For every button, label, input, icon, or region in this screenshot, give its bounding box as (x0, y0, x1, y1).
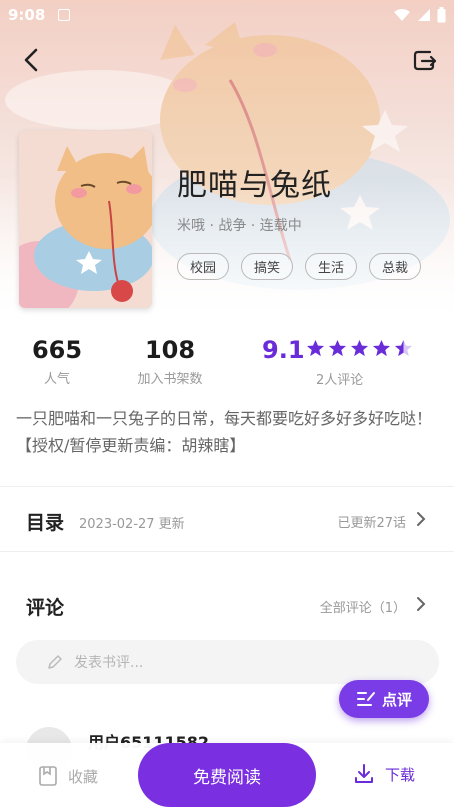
bottom-action-bar: 收藏 免费阅读 下载 (0, 743, 454, 807)
toc-chapter-count[interactable]: 已更新27话 (337, 512, 406, 531)
status-bar: 9:08 (0, 0, 454, 30)
rating-label: 2人评论 (316, 373, 364, 388)
cover-image (19, 131, 152, 308)
stat-popularity: 665 人气 (28, 336, 86, 387)
half-star-icon (394, 339, 413, 357)
stat-shelf: 108 加入书架数 (130, 336, 210, 387)
shelf-value: 108 (144, 336, 196, 364)
status-icons (393, 7, 446, 23)
bookmark-icon (39, 766, 57, 786)
comment-input[interactable]: 发表书评... (16, 640, 439, 684)
star-icon (306, 339, 325, 357)
comments-title: 评论 (26, 597, 65, 619)
download-label: 下载 (385, 765, 416, 784)
divider (0, 551, 454, 552)
divider (0, 486, 454, 487)
rating-value: 9.1 (262, 336, 305, 364)
chevron-right-icon[interactable] (414, 595, 428, 613)
book-synopsis: 一只肥喵和一只兔子的日常，每天都要吃好多好多好吃哒！【授权/暂停更新责编：胡辣瞎… (16, 409, 433, 455)
tag-item[interactable]: 生活 (305, 253, 358, 280)
comment-placeholder: 发表书评... (74, 655, 144, 671)
book-title: 肥喵与兔纸 (177, 168, 332, 203)
status-time: 9:08 (8, 6, 46, 24)
edit-list-icon (356, 692, 375, 706)
download-icon (355, 764, 373, 783)
popularity-value: 665 (31, 336, 83, 364)
all-comments-link[interactable]: 全部评论（1） (320, 597, 406, 616)
tag-item[interactable]: 总裁 (369, 253, 422, 280)
favorite-label: 收藏 (68, 767, 99, 786)
chevron-right-icon[interactable] (414, 510, 428, 528)
review-button-label: 点评 (381, 690, 412, 709)
rating-stars (306, 339, 413, 358)
back-icon[interactable] (18, 46, 46, 74)
star-icon (350, 339, 369, 357)
share-icon[interactable] (410, 46, 438, 74)
star-icon (328, 339, 347, 357)
popularity-label: 人气 (43, 372, 70, 387)
tag-item[interactable]: 搞笑 (241, 253, 294, 280)
sim-icon (58, 9, 70, 21)
book-cover (19, 131, 152, 308)
tag-item[interactable]: 校园 (177, 253, 230, 280)
read-free-button[interactable]: 免费阅读 (138, 743, 316, 807)
signal-icon (418, 9, 430, 21)
tag-list: 校园 搞笑 生活 总裁 (177, 253, 422, 280)
favorite-button[interactable]: 收藏 (38, 765, 98, 787)
pencil-icon (48, 655, 62, 669)
download-button[interactable]: 下载 (353, 763, 415, 785)
battery-icon (437, 7, 446, 23)
toc-title[interactable]: 目录 (26, 508, 64, 535)
review-button[interactable]: 点评 (339, 680, 429, 718)
shelf-label: 加入书架数 (137, 372, 203, 387)
wifi-icon (394, 9, 410, 21)
book-meta: 米哦 · 战争 · 连载中 (177, 218, 302, 234)
toc-update-date: 2023-02-27 更新 (79, 517, 185, 532)
star-icon (372, 339, 391, 357)
